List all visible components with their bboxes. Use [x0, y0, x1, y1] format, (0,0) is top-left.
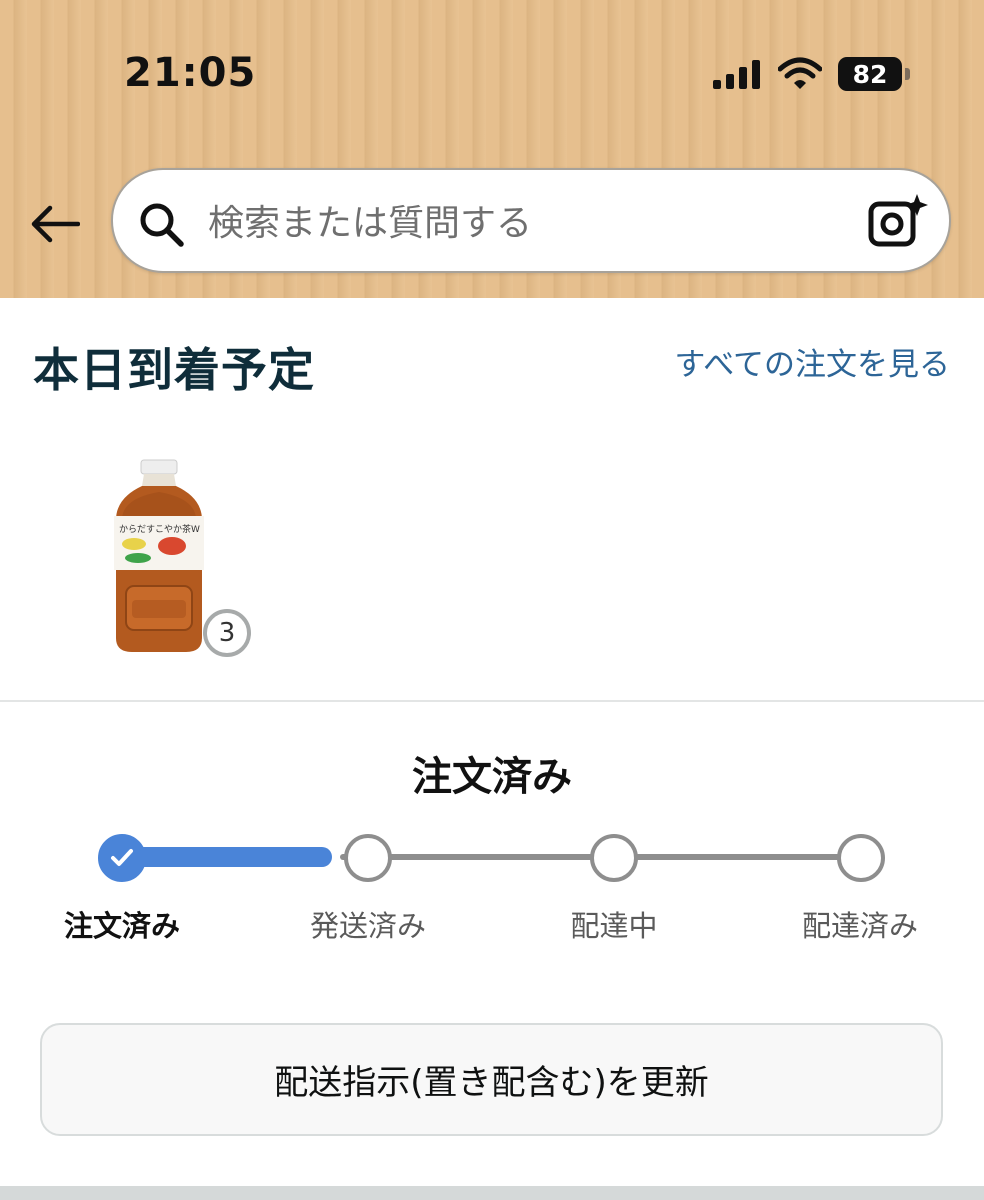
update-delivery-instructions-button[interactable]: 配送指示(置き配含む)を更新: [40, 1023, 943, 1136]
status-time: 21:05: [124, 50, 257, 96]
battery-level: 82: [852, 59, 888, 89]
step-out-for-delivery-dot: [590, 834, 638, 882]
step-shipped-label: 発送済み: [309, 909, 426, 943]
search-bar[interactable]: 検索または質問する: [111, 168, 951, 273]
signal-icon: [713, 60, 760, 89]
back-arrow-icon: [31, 205, 80, 243]
camera-sparkle-icon[interactable]: [867, 192, 929, 250]
section-divider: [0, 700, 984, 702]
step-shipped-dot: [344, 834, 392, 882]
step-delivered-dot: [837, 834, 885, 882]
step-out-for-delivery-label: 配達中: [570, 909, 658, 943]
bottle-label-text: からだすこやか茶W: [119, 523, 200, 535]
step-ordered-dot: [98, 834, 146, 882]
order-status-title: 注文済み: [412, 754, 572, 800]
step-delivered-label: 配達済み: [801, 909, 918, 943]
step-ordered-label: 注文済み: [63, 909, 180, 943]
bottom-section-divider: [0, 1186, 984, 1200]
wifi-icon: [778, 57, 822, 89]
tea-bottle-image[interactable]: からだすこやか茶W: [104, 458, 214, 656]
search-icon[interactable]: [137, 200, 185, 248]
search-input[interactable]: 検索または質問する: [208, 200, 532, 248]
battery-icon: 82: [838, 57, 910, 91]
status-icons: 82: [712, 54, 910, 94]
check-icon: [111, 849, 133, 866]
header: 21:05 82 検索または質問する: [0, 0, 984, 298]
view-all-orders-link[interactable]: すべての注文を見る: [668, 342, 950, 388]
back-button[interactable]: [28, 200, 82, 248]
progress-line-3: [610, 854, 870, 860]
arrival-title: 本日到着予定: [33, 343, 315, 397]
quantity-badge: 3: [203, 609, 251, 657]
